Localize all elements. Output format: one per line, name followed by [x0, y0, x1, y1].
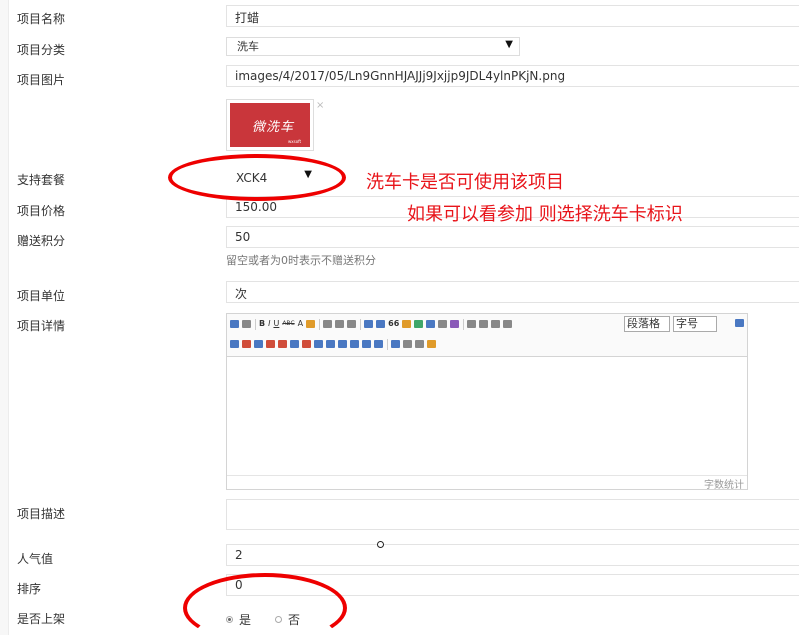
merge-right-icon[interactable]	[326, 340, 335, 348]
word-count-bar: 字数统计	[227, 475, 747, 491]
source-icon[interactable]	[230, 320, 239, 328]
font-size-combo[interactable]: 字号	[673, 316, 717, 332]
label-package: 支持套餐	[17, 173, 66, 187]
indent-icon[interactable]	[503, 320, 513, 328]
insert-table-icon[interactable]	[230, 340, 239, 348]
align-left-icon[interactable]	[323, 320, 333, 328]
remove-image-icon[interactable]: ×	[316, 100, 324, 111]
row-spacing-top-icon[interactable]	[479, 320, 489, 328]
name-input-value: 打蜡	[235, 11, 260, 25]
annotation-circle-package	[168, 154, 346, 201]
toolbar-separator	[360, 318, 362, 330]
split-cells-icon[interactable]	[278, 340, 287, 348]
delete-row-icon[interactable]	[266, 340, 275, 348]
label-category: 项目分类	[17, 43, 66, 57]
category-select[interactable]: 洗车 ▼	[226, 37, 520, 56]
unordered-list-icon[interactable]	[376, 320, 386, 328]
label-price: 项目价格	[17, 204, 66, 218]
italic-button[interactable]: I	[268, 318, 270, 330]
highlight-icon[interactable]	[306, 320, 316, 328]
label-name: 项目名称	[17, 12, 66, 26]
label-sort: 排序	[17, 582, 42, 596]
row-spacing-bottom-icon[interactable]	[491, 320, 501, 328]
insert-col-icon[interactable]	[302, 340, 311, 348]
attachment-icon[interactable]	[426, 320, 436, 328]
label-detail: 项目详情	[17, 319, 66, 333]
thumbnail-logo-subtext: wxsoft	[288, 139, 302, 144]
blockquote-button[interactable]: 66	[388, 318, 399, 330]
word-count-label: 字数统计	[704, 480, 744, 491]
align-right-icon[interactable]	[347, 320, 357, 328]
delete-table-icon[interactable]	[242, 340, 251, 348]
annotation-text-1: 洗车卡是否可使用该项目	[366, 172, 564, 193]
toolbar-separator	[463, 318, 465, 330]
link-icon[interactable]	[438, 320, 448, 328]
paragraph-format-combo[interactable]: 段落格	[624, 316, 670, 332]
unit-input-value: 次	[235, 287, 248, 301]
bold-button[interactable]: B	[259, 318, 265, 330]
editor-toolbar: B I U ABC A 66 段落格 字号	[227, 314, 747, 357]
popularity-input[interactable]: 2	[226, 544, 799, 566]
label-popularity: 人气值	[17, 552, 54, 566]
mouse-cursor-icon	[377, 541, 384, 548]
font-color-button[interactable]: A	[298, 318, 303, 330]
drafts-icon[interactable]	[427, 340, 436, 348]
annotation-circle-listed	[183, 573, 347, 643]
popularity-input-value: 2	[235, 548, 243, 562]
image-path-input[interactable]: images/4/2017/05/Ln9GnnHJAJJj9Jxjjp9JDL4…	[226, 65, 799, 87]
category-select-value: 洗车	[237, 40, 259, 52]
name-input[interactable]: 打蜡	[226, 5, 799, 27]
image-insert-icon[interactable]	[414, 320, 424, 328]
ordered-list-icon[interactable]	[364, 320, 374, 328]
preview-icon[interactable]	[242, 320, 251, 328]
strikethrough-button[interactable]: ABC	[282, 318, 294, 330]
label-image: 项目图片	[17, 73, 66, 87]
label-points: 赠送积分	[17, 234, 66, 248]
rich-text-editor[interactable]: B I U ABC A 66 段落格 字号 字数统计	[226, 313, 748, 491]
points-hint: 留空或者为0时表示不赠送积分	[226, 254, 376, 267]
insert-row-icon[interactable]	[254, 340, 263, 348]
emoji-icon[interactable]	[402, 320, 412, 328]
left-sidebar-edge	[0, 0, 9, 635]
label-listed: 是否上架	[17, 612, 66, 626]
toolbar-separator	[319, 318, 321, 330]
dropdown-arrow-icon: ▼	[505, 39, 513, 50]
split-rows-icon[interactable]	[350, 340, 359, 348]
points-input[interactable]: 50	[226, 226, 799, 248]
thumbnail-image: 微洗车 wxsoft	[230, 103, 310, 147]
split-cols-icon[interactable]	[362, 340, 371, 348]
eraser-icon[interactable]	[450, 320, 460, 328]
description-input[interactable]	[226, 499, 799, 530]
print-icon[interactable]	[415, 340, 424, 348]
points-input-value: 50	[235, 230, 251, 244]
toolbar-row-1: B I U ABC A 66	[230, 317, 515, 331]
underline-button[interactable]: U	[273, 318, 279, 330]
merge-down-icon[interactable]	[338, 340, 347, 348]
toolbar-separator	[255, 318, 256, 330]
delete-col-icon[interactable]	[314, 340, 323, 348]
image-path-value: images/4/2017/05/Ln9GnnHJAJJj9Jxjjp9JDL4…	[235, 69, 566, 83]
thumbnail-logo-text: 微洗车	[252, 120, 295, 135]
table-props-icon[interactable]	[374, 340, 383, 348]
unit-input[interactable]: 次	[226, 281, 799, 303]
toolbar-separator	[387, 338, 388, 350]
fullscreen-icon[interactable]	[735, 319, 744, 327]
price-input-value: 150.00	[235, 200, 277, 214]
line-height-icon[interactable]	[467, 320, 477, 328]
annotation-text-2: 如果可以看参加 则选择洗车卡标识	[407, 204, 683, 225]
anchor-icon[interactable]	[391, 340, 400, 348]
label-desc: 项目描述	[17, 507, 66, 521]
label-unit: 项目单位	[17, 289, 66, 303]
image-thumbnail[interactable]: 微洗车 wxsoft	[226, 99, 314, 151]
pagebreak-icon[interactable]	[403, 340, 412, 348]
toolbar-row-2	[230, 337, 439, 351]
align-center-icon[interactable]	[335, 320, 345, 328]
merge-cells-icon[interactable]	[290, 340, 299, 348]
